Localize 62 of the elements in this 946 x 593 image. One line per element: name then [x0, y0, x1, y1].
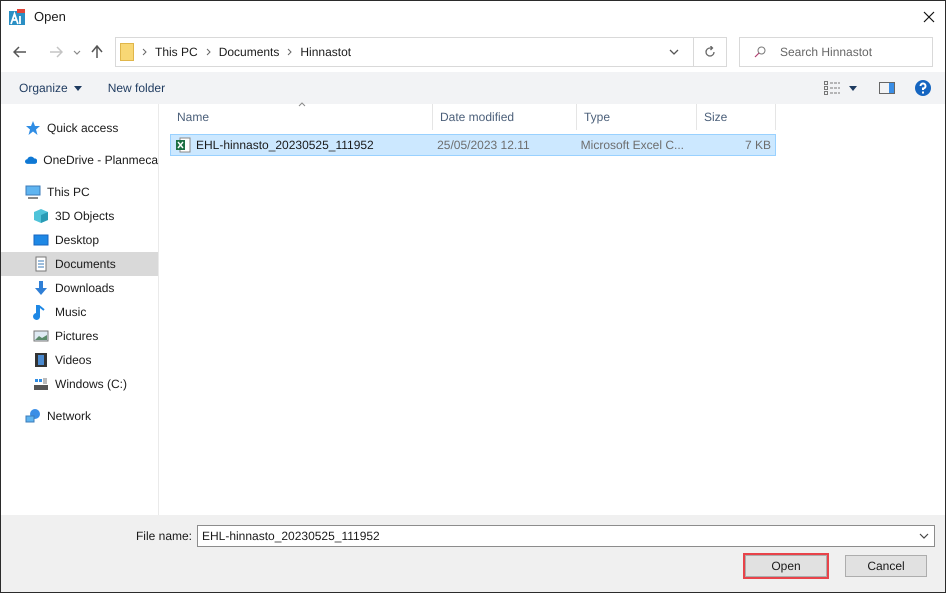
- folder-icon: [120, 43, 134, 61]
- landscape-picture-icon: [33, 328, 49, 344]
- search-field[interactable]: Search Hinnastot: [739, 37, 933, 67]
- file-row[interactable]: EHL-hinnasto_20230525_111952 25/05/2023 12.11 Microsoft Excel C... 7 KB: [170, 134, 776, 156]
- file-name-label: File name:: [136, 528, 192, 545]
- sidebar-item[interactable]: 3D Objects: [1, 204, 158, 228]
- organize-menu[interactable]: Organize: [19, 79, 82, 97]
- column-header[interactable]: Type: [577, 104, 697, 130]
- chevron-down-icon[interactable]: [919, 533, 929, 539]
- desktop-icon: [33, 232, 49, 248]
- download-arrow-icon: [33, 280, 49, 296]
- spreadsheet-file-icon: [175, 137, 191, 153]
- sort-caret-icon: [298, 102, 306, 107]
- file-name: EHL-hinnasto_20230525_111952: [196, 137, 374, 154]
- star-icon: [25, 120, 41, 136]
- file-type: Microsoft Excel C...: [580, 137, 684, 154]
- drive-icon: [33, 376, 49, 392]
- sidebar-item[interactable]: Videos: [1, 348, 158, 372]
- column-header[interactable]: Size: [697, 104, 776, 130]
- sidebar-item[interactable]: Documents: [1, 252, 158, 276]
- sidebar-item[interactable]: Pictures: [1, 324, 158, 348]
- column-header[interactable]: Date modified: [433, 104, 577, 130]
- column-header[interactable]: Name: [170, 104, 433, 130]
- sidebar-item[interactable]: OneDrive - Planmeca: [1, 148, 158, 172]
- chevron-down-icon[interactable]: [669, 49, 679, 55]
- up-arrow-icon[interactable]: [91, 45, 103, 59]
- search-icon: [754, 46, 766, 58]
- cancel-button[interactable]: Cancel: [845, 555, 927, 577]
- window-title: Open: [34, 8, 66, 26]
- breadcrumb[interactable]: Hinnastot: [300, 43, 352, 61]
- open-button[interactable]: Open: [745, 555, 827, 577]
- dropdown-arrow-icon[interactable]: [849, 86, 857, 90]
- sidebar-item[interactable]: This PC: [1, 180, 158, 204]
- sidebar-item[interactable]: Network: [1, 404, 158, 428]
- chevron-right-icon: [287, 48, 292, 56]
- document-icon: [33, 256, 49, 272]
- sidebar-item[interactable]: Music: [1, 300, 158, 324]
- file-name-field[interactable]: EHL-hinnasto_20230525_111952: [197, 525, 935, 547]
- view-options-icon[interactable]: [824, 81, 840, 95]
- refresh-icon[interactable]: [704, 46, 716, 58]
- sidebar-item[interactable]: Desktop: [1, 228, 158, 252]
- globe-computer-icon: [25, 408, 41, 424]
- breadcrumb[interactable]: Documents: [218, 43, 280, 61]
- chevron-right-icon: [142, 48, 147, 56]
- breadcrumb[interactable]: This PC: [155, 43, 198, 61]
- cube-icon: [33, 208, 49, 224]
- address-bar[interactable]: This PC Documents Hinnastot: [115, 37, 727, 67]
- back-arrow-icon[interactable]: [13, 46, 27, 58]
- date-modified: 25/05/2023 12.11: [437, 137, 530, 154]
- chevron-right-icon: [206, 48, 211, 56]
- dropdown-arrow-icon: [74, 86, 82, 90]
- sidebar-item[interactable]: Downloads: [1, 276, 158, 300]
- new-folder-button[interactable]: New folder: [108, 79, 166, 97]
- preview-pane-icon[interactable]: [879, 82, 895, 94]
- file-size: 7 KB: [745, 137, 772, 154]
- close-icon[interactable]: [923, 10, 935, 22]
- sidebar-item[interactable]: Quick access: [1, 116, 158, 140]
- app-icon: [8, 8, 26, 26]
- help-icon[interactable]: [915, 80, 931, 96]
- monitor-icon: [25, 184, 41, 200]
- sidebar-item[interactable]: Windows (C:): [1, 372, 158, 396]
- film-icon: [33, 352, 49, 368]
